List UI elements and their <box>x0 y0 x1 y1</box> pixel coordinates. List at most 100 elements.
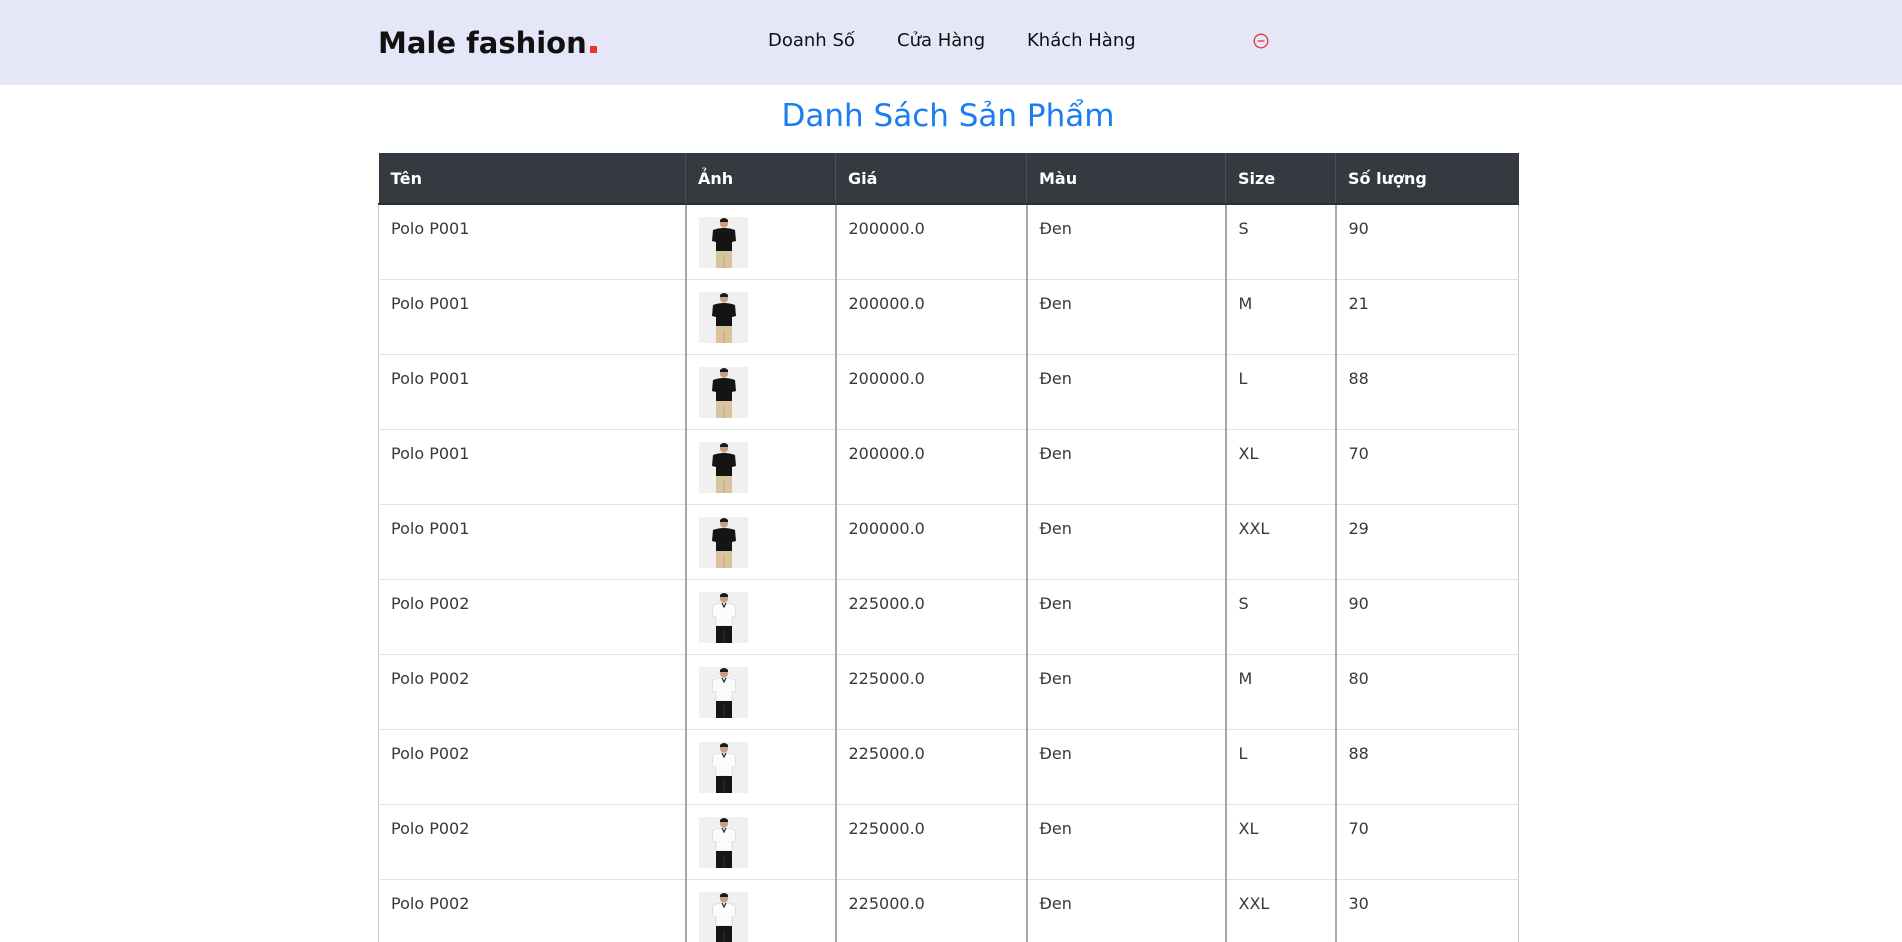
product-size: XL <box>1238 818 1259 838</box>
product-color: Đen <box>1039 818 1072 838</box>
cell-size: XL <box>1224 804 1336 880</box>
table-header-row: Tên Ảnh Giá Màu Size Số lượng <box>378 153 1519 205</box>
table-row: Polo P002 225000.0 Đen M 80 <box>378 654 1519 730</box>
cell-size: M <box>1224 654 1336 730</box>
product-color: Đen <box>1039 443 1072 463</box>
table-row: Polo P001 200000.0 Đen S 90 <box>378 204 1519 280</box>
cell-quantity: 30 <box>1334 879 1519 942</box>
page: Male fashion Doanh Số Cửa Hàng Khách Hàn… <box>0 0 1902 942</box>
cell-name: Polo P002 <box>378 654 686 730</box>
product-name: Polo P001 <box>391 219 470 238</box>
product-price: 200000.0 <box>848 443 925 463</box>
product-name: Polo P002 <box>391 743 470 763</box>
product-quantity: 30 <box>1348 893 1369 913</box>
white-polo-thumbnail <box>698 891 748 942</box>
black-polo-thumbnail <box>698 516 748 568</box>
product-name: Polo P002 <box>391 818 470 838</box>
product-table-container: Tên Ảnh Giá Màu Size Số lượng Polo P001 2… <box>378 153 1519 942</box>
cell-price: 225000.0 <box>834 654 1027 730</box>
cell-color: Đen <box>1025 879 1226 942</box>
black-polo-thumbnail <box>698 366 748 418</box>
cell-color: Đen <box>1025 504 1226 580</box>
table-row: Polo P001 200000.0 Đen XL 70 <box>378 429 1519 505</box>
cell-image <box>684 504 836 580</box>
cell-quantity: 88 <box>1334 729 1519 805</box>
product-name: Polo P001 <box>391 293 470 313</box>
cell-quantity: 88 <box>1334 354 1519 430</box>
column-header-price: Giá <box>835 153 1027 205</box>
white-polo-thumbnail <box>698 591 748 643</box>
cell-image <box>684 579 836 655</box>
cell-color: Đen <box>1025 579 1226 655</box>
product-quantity: 90 <box>1348 219 1369 238</box>
product-size: L <box>1238 368 1248 388</box>
product-quantity: 70 <box>1348 443 1369 463</box>
cell-color: Đen <box>1025 729 1226 805</box>
product-size: XL <box>1238 443 1259 463</box>
cell-color: Đen <box>1025 204 1226 280</box>
cell-color: Đen <box>1025 804 1226 880</box>
white-polo-thumbnail <box>698 741 748 793</box>
product-quantity: 21 <box>1348 293 1369 313</box>
cell-price: 200000.0 <box>834 279 1027 355</box>
product-name: Polo P001 <box>391 518 470 538</box>
cell-image <box>684 654 836 730</box>
table-header: Tên Ảnh Giá Màu Size Số lượng <box>378 153 1519 205</box>
cell-color: Đen <box>1025 654 1226 730</box>
column-header-image: Ảnh <box>685 153 836 205</box>
cell-name: Polo P001 <box>378 204 686 280</box>
minus-circle-icon[interactable] <box>1253 33 1269 49</box>
nav-item-cua-hang[interactable]: Cửa Hàng <box>897 30 985 51</box>
product-name: Polo P001 <box>391 443 470 463</box>
white-polo-thumbnail <box>698 816 748 868</box>
nav-item-doanh-so[interactable]: Doanh Số <box>768 30 855 51</box>
nav-item-khach-hang[interactable]: Khách Hàng <box>1027 30 1136 51</box>
table-row: Polo P002 225000.0 Đen XL 70 <box>378 804 1519 880</box>
cell-size: S <box>1224 204 1336 280</box>
cell-price: 200000.0 <box>834 204 1027 280</box>
product-name: Polo P002 <box>391 593 470 613</box>
cell-name: Polo P002 <box>378 879 686 942</box>
cell-image <box>684 804 836 880</box>
product-size: L <box>1238 743 1248 763</box>
cell-name: Polo P002 <box>378 804 686 880</box>
product-color: Đen <box>1039 593 1072 613</box>
table-row: Polo P002 225000.0 Đen XXL 30 <box>378 879 1519 942</box>
product-price: 225000.0 <box>848 593 925 613</box>
column-header-name: Tên <box>378 153 686 205</box>
cell-image <box>684 204 836 280</box>
cell-price: 200000.0 <box>834 504 1027 580</box>
cell-name: Polo P002 <box>378 729 686 805</box>
cell-price: 200000.0 <box>834 354 1027 430</box>
product-price: 225000.0 <box>848 668 925 688</box>
cell-image <box>684 879 836 942</box>
product-color: Đen <box>1039 668 1072 688</box>
cell-image <box>684 429 836 505</box>
cell-quantity: 70 <box>1334 804 1519 880</box>
cell-color: Đen <box>1025 354 1226 430</box>
brand-logo[interactable]: Male fashion <box>378 26 597 60</box>
product-size: S <box>1238 219 1249 238</box>
product-quantity: 70 <box>1348 818 1369 838</box>
cell-size: L <box>1224 729 1336 805</box>
product-price: 225000.0 <box>848 893 925 913</box>
brand-logo-text: Male fashion <box>378 26 587 60</box>
product-quantity: 90 <box>1348 593 1369 613</box>
column-header-size: Size <box>1225 153 1336 205</box>
page-title: Danh Sách Sản Phẩm <box>781 98 1115 134</box>
product-price: 200000.0 <box>848 368 925 388</box>
cell-name: Polo P001 <box>378 354 686 430</box>
table-row: Polo P002 225000.0 Đen L 88 <box>378 729 1519 805</box>
cell-image <box>684 729 836 805</box>
product-name: Polo P001 <box>391 368 470 388</box>
product-table: Tên Ảnh Giá Màu Size Số lượng Polo P001 2… <box>378 153 1519 942</box>
product-quantity: 88 <box>1348 368 1369 388</box>
black-polo-thumbnail <box>698 217 748 268</box>
cell-image <box>684 354 836 430</box>
black-polo-thumbnail <box>698 441 748 493</box>
cell-quantity: 90 <box>1334 204 1519 280</box>
black-polo-thumbnail <box>698 291 748 343</box>
product-price: 225000.0 <box>848 818 925 838</box>
cell-price: 225000.0 <box>834 879 1027 942</box>
product-quantity: 80 <box>1348 668 1369 688</box>
